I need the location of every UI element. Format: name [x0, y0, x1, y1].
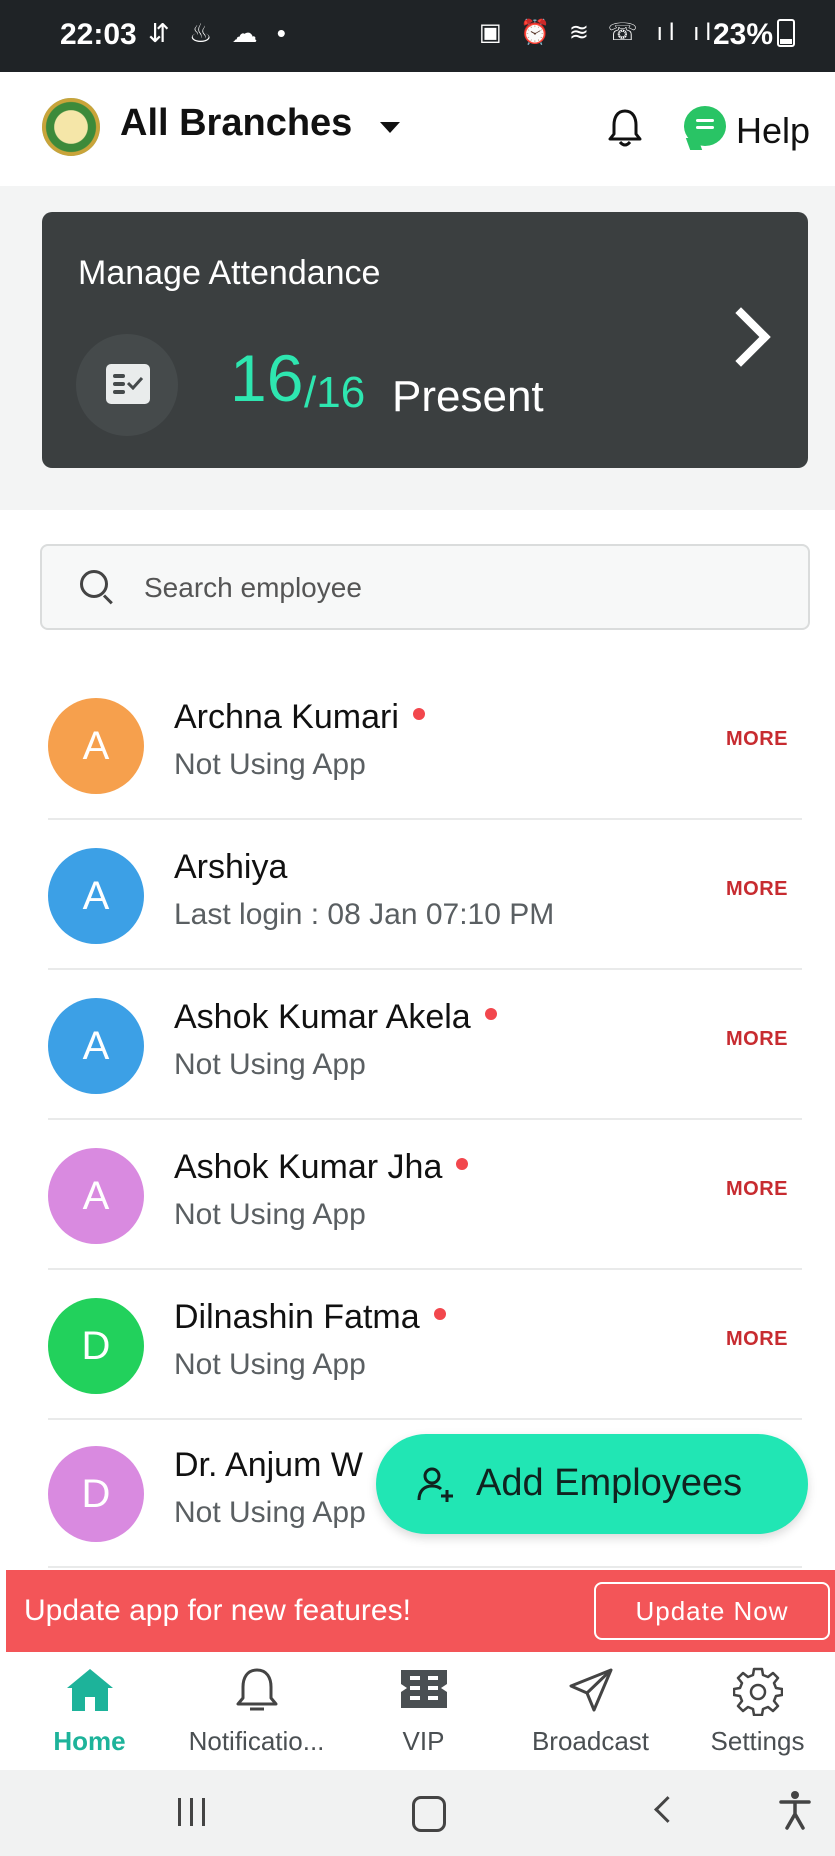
status-dot: [412, 708, 425, 720]
send-icon: [569, 1668, 612, 1712]
more-button[interactable]: MORE: [726, 1028, 788, 1051]
battery-indicator: 23%: [713, 18, 795, 52]
nav-settings[interactable]: Settings: [674, 1652, 835, 1770]
nav-home-label: Home: [53, 1726, 126, 1756]
employee-status: Not Using App: [174, 748, 366, 781]
battery-icon: [777, 19, 795, 47]
branch-selector[interactable]: All Branches: [120, 102, 352, 145]
bell-icon[interactable]: [608, 108, 642, 148]
chat-icon[interactable]: [684, 106, 726, 146]
employee-name: Arshiya: [174, 848, 288, 886]
total-count: /16: [304, 368, 366, 417]
employee-avatar: D: [48, 1446, 144, 1542]
more-button[interactable]: MORE: [726, 878, 788, 901]
employee-avatar: A: [48, 1148, 144, 1244]
status-system-icons: ▣ ⏰ ≋ ☏ ıl ıl: [478, 19, 717, 46]
employee-row[interactable]: A Arshiya Last login : 08 Jan 07:10 PM M…: [48, 820, 802, 970]
card-title: Manage Attendance: [78, 254, 381, 292]
nav-vip-label: VIP: [402, 1726, 445, 1756]
add-employees-label: Add Employees: [476, 1462, 743, 1504]
employee-status: Not Using App: [174, 1048, 366, 1081]
status-time: 22:03: [60, 18, 137, 51]
bottom-navigation: Home Notificatio... VIP Broadcast Settin…: [0, 1652, 835, 1770]
nav-notifications[interactable]: Notificatio...: [173, 1652, 340, 1770]
caret-down-icon[interactable]: [380, 122, 400, 133]
nav-settings-label: Settings: [710, 1726, 805, 1756]
back-icon[interactable]: [654, 1796, 681, 1823]
status-dot: [484, 1008, 497, 1020]
recent-apps-icon[interactable]: [178, 1798, 208, 1826]
present-count: 16: [230, 341, 304, 415]
employee-status: Not Using App: [174, 1198, 366, 1231]
update-now-button[interactable]: Update Now: [594, 1582, 830, 1640]
nav-notifications-label: Notificatio...: [188, 1726, 325, 1756]
update-banner-text: Update app for new features!: [24, 1594, 411, 1627]
employee-row[interactable]: A Archna Kumari Not Using App MORE: [48, 670, 802, 820]
more-button[interactable]: MORE: [726, 1328, 788, 1351]
status-bar: 22:03 ⇵ ♨ ☁ • ▣ ⏰ ≋ ☏ ıl ıl 23%: [0, 0, 835, 72]
home-icon: [66, 1669, 113, 1711]
add-user-icon: [417, 1467, 453, 1502]
search-input[interactable]: [142, 560, 766, 616]
employee-name: Archna Kumari: [174, 698, 425, 737]
update-banner: Update app for new features! Update Now: [6, 1570, 835, 1652]
employee-row[interactable]: A Ashok Kumar Jha Not Using App MORE: [48, 1120, 802, 1270]
employee-name: Dr. Anjum W: [174, 1446, 363, 1484]
employee-avatar: A: [48, 698, 144, 794]
help-button[interactable]: Help: [736, 110, 810, 152]
vip-icon: [400, 1670, 447, 1708]
status-notification-icons: ⇵ ♨ ☁ •: [148, 18, 292, 48]
status-dot: [456, 1158, 469, 1170]
employee-name: Ashok Kumar Jha: [174, 1148, 469, 1187]
attendance-checklist-icon: [106, 364, 150, 404]
employee-name: Ashok Kumar Akela: [174, 998, 497, 1037]
more-button[interactable]: MORE: [726, 1178, 788, 1201]
add-employees-button[interactable]: Add Employees: [376, 1434, 808, 1534]
bell-icon: [236, 1668, 277, 1711]
home-button-icon[interactable]: [412, 1796, 446, 1832]
more-button[interactable]: MORE: [726, 728, 788, 751]
employee-avatar: D: [48, 1298, 144, 1394]
search-box[interactable]: [40, 544, 810, 630]
nav-broadcast[interactable]: Broadcast: [507, 1652, 674, 1770]
status-dot: [433, 1308, 446, 1320]
employee-avatar: A: [48, 848, 144, 944]
nav-vip[interactable]: VIP: [340, 1652, 507, 1770]
manage-attendance-card[interactable]: Manage Attendance 16 /16 Present: [42, 212, 808, 468]
employee-status: Not Using App: [174, 1496, 366, 1529]
employee-status: Not Using App: [174, 1348, 366, 1381]
system-navigation-bar: [0, 1770, 835, 1856]
chevron-right-icon[interactable]: [711, 307, 771, 367]
organization-logo: [42, 98, 100, 156]
employee-row[interactable]: D Dilnashin Fatma Not Using App MORE: [48, 1270, 802, 1420]
attendance-icon-container: [76, 334, 178, 436]
accessibility-icon[interactable]: [778, 1790, 812, 1840]
nav-broadcast-label: Broadcast: [531, 1726, 650, 1756]
employee-avatar: A: [48, 998, 144, 1094]
app-header: All Branches Help: [0, 72, 835, 186]
present-label: Present: [392, 372, 544, 421]
employee-status: Last login : 08 Jan 07:10 PM: [174, 898, 555, 931]
employee-name: Dilnashin Fatma: [174, 1298, 446, 1337]
employee-row[interactable]: A Ashok Kumar Akela Not Using App MORE: [48, 970, 802, 1120]
search-icon: [80, 570, 108, 598]
nav-home[interactable]: Home: [6, 1652, 173, 1770]
gear-icon: [732, 1667, 783, 1716]
